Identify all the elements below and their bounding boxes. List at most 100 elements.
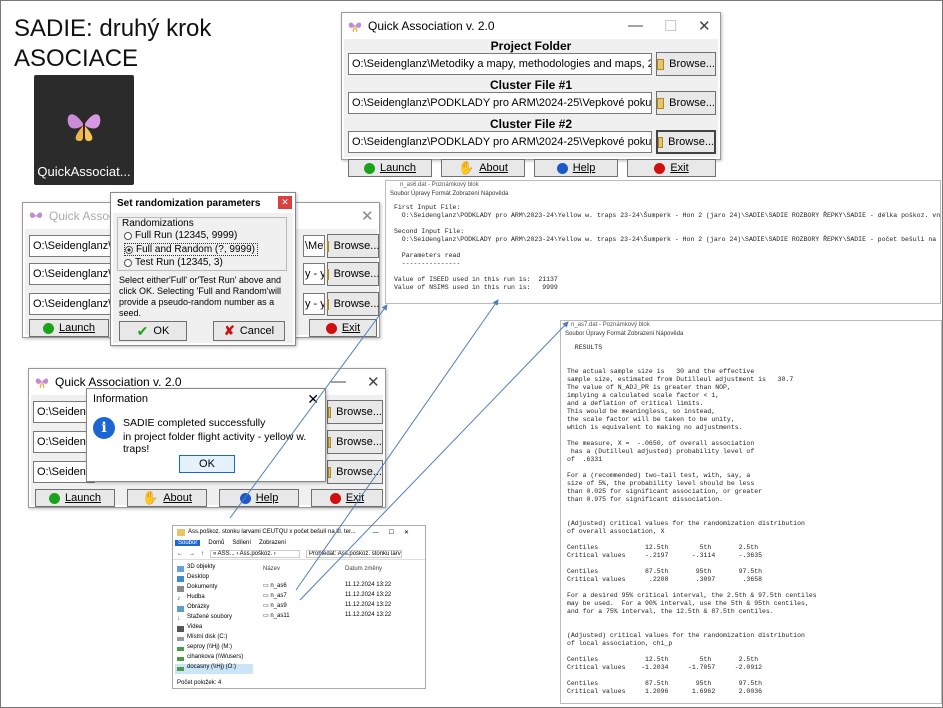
path-fragment: y - yel bbox=[303, 263, 325, 285]
close-button[interactable]: ✕ bbox=[367, 373, 380, 391]
column-name[interactable]: Název bbox=[257, 566, 345, 576]
file-explorer-window: Ass.poškoz. stonku larvami CEUTQU x poče… bbox=[172, 525, 426, 689]
group-label: Randomizations bbox=[122, 218, 194, 229]
launch-button[interactable]: Launch bbox=[348, 159, 432, 177]
quickassociation-desktop-icon[interactable]: QuickAssociat... bbox=[34, 75, 134, 185]
browse-project-button[interactable]: Browse... bbox=[656, 52, 716, 76]
browse-button[interactable]: Browse... bbox=[327, 460, 383, 484]
file-row[interactable]: ▭ n_as6 11.12.2024 13:22 bbox=[257, 582, 423, 592]
close-button[interactable]: ✕ bbox=[307, 391, 319, 408]
notepad-content[interactable]: First Input File: O:\Seidenglanz\PODKLAD… bbox=[386, 200, 940, 303]
hand-icon: ✋ bbox=[458, 160, 475, 175]
browse-button[interactable]: Browse... bbox=[327, 400, 383, 424]
help-button[interactable]: Help bbox=[534, 159, 618, 177]
butterfly-icon bbox=[67, 114, 101, 141]
path-box[interactable]: « ASS... › Ass.poškoz. › bbox=[210, 549, 300, 558]
nav-item[interactable]: seproy (\\Hj) (M:) bbox=[175, 644, 253, 654]
file-row[interactable]: ▭ n_as11 11.12.2024 13:22 bbox=[257, 612, 423, 622]
green-dot-icon bbox=[42, 322, 54, 334]
ribbon-tab[interactable]: Soubor bbox=[175, 540, 201, 546]
radio-full-run[interactable]: Full Run (12345, 9999) bbox=[124, 230, 237, 241]
close-button[interactable]: ✕ bbox=[361, 207, 374, 225]
about-button[interactable]: ✋ About bbox=[127, 489, 207, 507]
minimize-button[interactable]: — bbox=[628, 17, 643, 34]
slide-title: SADIE: druhý krok ASOCIACE bbox=[14, 15, 212, 72]
cancel-button[interactable]: ✘ Cancel bbox=[213, 321, 285, 341]
nav-item[interactable]: 3D objekty bbox=[175, 564, 253, 574]
nav-item[interactable]: Videa bbox=[175, 624, 253, 634]
notepad-menu[interactable]: Soubor Úpravy Formát Zobrazení Nápověda bbox=[386, 190, 940, 200]
x-icon: ✘ bbox=[223, 323, 235, 338]
cluster-file-2-header: Cluster File #2 bbox=[489, 117, 573, 131]
window-title: Quick Association v. 2.0 bbox=[368, 19, 495, 33]
minimize-button[interactable]: — bbox=[331, 373, 346, 390]
randomizations-group: Randomizations Full Run (12345, 9999) Fu… bbox=[117, 217, 287, 271]
back-arrow-icon[interactable]: ← bbox=[177, 551, 183, 557]
nav-item[interactable]: docasny (\\Hj) (O:) bbox=[175, 664, 253, 674]
radio-test-run[interactable]: Test Run (12345, 3) bbox=[124, 257, 223, 268]
address-bar: ← → ↑ « ASS... › Ass.poškoz. › Prohledat: … bbox=[173, 548, 425, 560]
cluster-file-1-field[interactable]: O:\Seidenglanz\PODKLADY pro ARM\2024-25\… bbox=[348, 92, 652, 114]
notepad-window-n-as6: n_as6.dat - Poznámkový blok Soubor Úprav… bbox=[385, 180, 941, 304]
ok-button[interactable]: OK bbox=[179, 455, 235, 473]
browse-cluster-2-button[interactable]: Browse... bbox=[656, 130, 716, 154]
ribbon-tab[interactable]: Sdílení bbox=[232, 540, 251, 546]
file-row[interactable]: ▭ n_as7 11.12.2024 13:22 bbox=[257, 592, 423, 602]
about-button[interactable]: ✋ About bbox=[441, 159, 525, 177]
help-icon bbox=[556, 162, 568, 174]
cluster-file-2-field[interactable]: O:\Seidenglanz\PODKL bbox=[29, 293, 113, 315]
browse-button[interactable]: Browse... bbox=[326, 234, 379, 258]
nav-item[interactable]: Dokumenty bbox=[175, 584, 253, 594]
close-button[interactable]: ✕ bbox=[698, 17, 711, 35]
folder-icon bbox=[658, 136, 664, 148]
ok-button[interactable]: ✔ OK bbox=[119, 321, 187, 341]
path-fragment: y - yel bbox=[303, 293, 325, 315]
notepad-content[interactable]: RESULTS The actual sample size is 30 and… bbox=[561, 340, 941, 703]
browse-button[interactable]: Browse... bbox=[327, 430, 383, 454]
nav-item[interactable]: Místní disk (C:) bbox=[175, 634, 253, 644]
exit-button[interactable]: Exit bbox=[627, 159, 716, 177]
notepad-title: n_as6.dat - Poznámkový blok bbox=[400, 182, 479, 188]
notepad-menu[interactable]: Soubor Úpravy Formát Zobrazení Nápověda bbox=[561, 330, 941, 340]
nav-item[interactable]: cihankova (\\Wusers) bbox=[175, 654, 253, 664]
message-line-1: SADIE completed successfully bbox=[123, 417, 266, 429]
search-box[interactable]: Prohledat: Ass.poškoz. stonku larva... bbox=[306, 549, 402, 558]
maximize-button[interactable]: ☐ bbox=[664, 17, 677, 35]
folder-icon bbox=[328, 436, 332, 448]
dialog-description: Select either'Full' or'Test Run' above a… bbox=[119, 275, 281, 318]
file-list-header: Název Datum změny bbox=[257, 566, 423, 576]
project-folder-field[interactable]: O:\Seidenglanz\Metodik bbox=[29, 235, 113, 257]
radio-full-and-random[interactable]: Full and Random (?, 9999) bbox=[124, 243, 258, 256]
up-arrow-icon[interactable]: ↑ bbox=[201, 551, 204, 557]
info-icon: i bbox=[93, 417, 115, 439]
browse-button[interactable]: Browse... bbox=[326, 292, 379, 316]
project-folder-field[interactable]: O:\Seidenglanz\Metodiky a mapy, methodol… bbox=[348, 53, 652, 75]
dialog-title: Information bbox=[93, 393, 149, 405]
nav-item[interactable]: ♪ Hudba bbox=[175, 594, 253, 604]
file-list: Název Datum změny ▭ n_as6 11.12.2024 13:2… bbox=[257, 566, 423, 622]
ribbon-tab[interactable]: Zobrazení bbox=[259, 540, 286, 546]
browse-button[interactable]: Browse... bbox=[326, 262, 379, 286]
nav-item[interactable]: Desktop bbox=[175, 574, 253, 584]
qa-main-window: Quick Association v. 2.0 — ☐ ✕ Project F… bbox=[341, 12, 721, 177]
forward-arrow-icon[interactable]: → bbox=[189, 551, 195, 557]
nav-item[interactable]: Obrázky bbox=[175, 604, 253, 614]
help-button[interactable]: Help bbox=[219, 489, 299, 507]
file-row[interactable]: ▭ n_as9 11.12.2024 13:22 bbox=[257, 602, 423, 612]
folder-icon bbox=[328, 466, 332, 478]
exit-button[interactable]: Exit bbox=[309, 319, 377, 337]
folder-icon bbox=[326, 240, 329, 252]
nav-item[interactable]: ↓ Stažené soubory bbox=[175, 614, 253, 624]
close-button[interactable]: ✕ bbox=[278, 196, 292, 209]
icon-label: QuickAssociat... bbox=[37, 164, 131, 179]
folder-icon bbox=[326, 268, 329, 280]
launch-button[interactable]: Launch bbox=[35, 489, 115, 507]
cluster-file-2-field[interactable]: O:\Seidenglanz\PODKLADY pro ARM\2024-25\… bbox=[348, 131, 652, 153]
project-folder-header: Project Folder bbox=[490, 39, 572, 53]
column-date[interactable]: Datum změny bbox=[345, 566, 382, 576]
cluster-file-1-field[interactable]: O:\Seidenglanz\PODKL bbox=[29, 263, 113, 285]
ribbon-tab[interactable]: Domů bbox=[208, 540, 224, 546]
launch-button[interactable]: Launch bbox=[29, 319, 109, 337]
exit-button[interactable]: Exit bbox=[311, 489, 383, 507]
browse-cluster-1-button[interactable]: Browse... bbox=[656, 91, 716, 115]
